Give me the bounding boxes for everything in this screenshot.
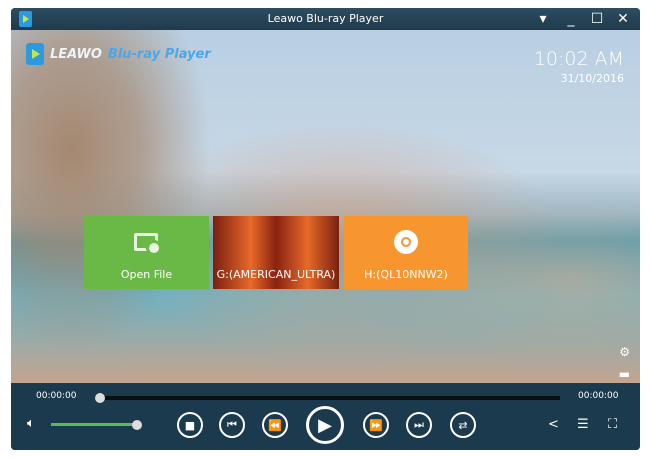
disc-icon xyxy=(394,230,418,254)
elapsed-time: 00:00:00 xyxy=(36,391,77,401)
maximize-button[interactable]: ☐ xyxy=(586,8,608,30)
film-reel-icon xyxy=(146,240,162,256)
logo-icon xyxy=(26,43,44,65)
clock-time: 10:02 AM xyxy=(533,48,624,70)
stop-button[interactable]: ■ xyxy=(177,412,203,438)
minimize-button[interactable]: _ xyxy=(560,8,582,30)
clock: 10:02 AM 31/10/2016 xyxy=(534,48,624,85)
seek-bar[interactable] xyxy=(95,393,560,403)
logo: LEAWO Blu-ray Player xyxy=(26,43,211,65)
subtitle-icon[interactable]: ▬ xyxy=(619,367,630,381)
window-title: Leawo Blu-ray Player xyxy=(267,12,384,25)
tile-label: Open File xyxy=(120,268,173,281)
open-file-tile[interactable]: Open File xyxy=(84,216,209,289)
video-area[interactable]: LEAWO Blu-ray Player 10:02 AM 31/10/2016… xyxy=(11,30,640,383)
disc-g-tile[interactable]: G:(AMERICAN_ULTRA) xyxy=(213,216,339,289)
settings-icon[interactable]: ⚙ xyxy=(619,345,630,359)
player-window: Leawo Blu-ray Player ▾ _ ☐ ✕ LEAWO Blu-r… xyxy=(11,8,640,450)
clock-date: 31/10/2016 xyxy=(560,72,624,85)
disc-h-tile[interactable]: H:(QL10NNW2) xyxy=(344,216,468,289)
volume-icon[interactable]: 🔈︎ xyxy=(27,416,35,431)
app-icon xyxy=(19,11,32,27)
logo-brand: LEAWO xyxy=(50,46,102,62)
tile-label: G:(AMERICAN_ULTRA) xyxy=(216,268,336,281)
next-button[interactable]: ⏭ xyxy=(406,412,432,438)
fullscreen-icon[interactable]: ⛶ xyxy=(608,417,617,432)
volume-slider[interactable] xyxy=(51,419,142,430)
playlist-mode-button[interactable]: ⇄ xyxy=(450,412,476,438)
fast-forward-button[interactable]: ⏩ xyxy=(363,412,389,438)
close-button[interactable]: ✕ xyxy=(612,8,634,30)
menu-dropdown-icon[interactable]: ▾ xyxy=(532,8,554,30)
logo-product: Blu-ray Player xyxy=(107,46,211,62)
rewind-button[interactable]: ⏪ xyxy=(262,412,288,438)
seek-handle[interactable] xyxy=(95,393,105,403)
tile-label: H:(QL10NNW2) xyxy=(364,268,448,281)
share-icon[interactable]: < xyxy=(548,417,559,432)
previous-button[interactable]: ⏮ xyxy=(219,412,245,438)
total-time: 00:00:00 xyxy=(578,391,619,401)
play-button[interactable]: ▶ xyxy=(306,406,344,444)
control-bar: 00:00:00 00:00:00 🔈︎ ■ ⏮ ⏪ ▶ ⏩ ⏭ ⇄ < ☰ ⛶ xyxy=(11,383,640,450)
playlist-icon[interactable]: ☰ xyxy=(577,417,589,432)
volume-handle[interactable] xyxy=(132,419,142,430)
title-bar: Leawo Blu-ray Player ▾ _ ☐ ✕ xyxy=(11,8,640,30)
